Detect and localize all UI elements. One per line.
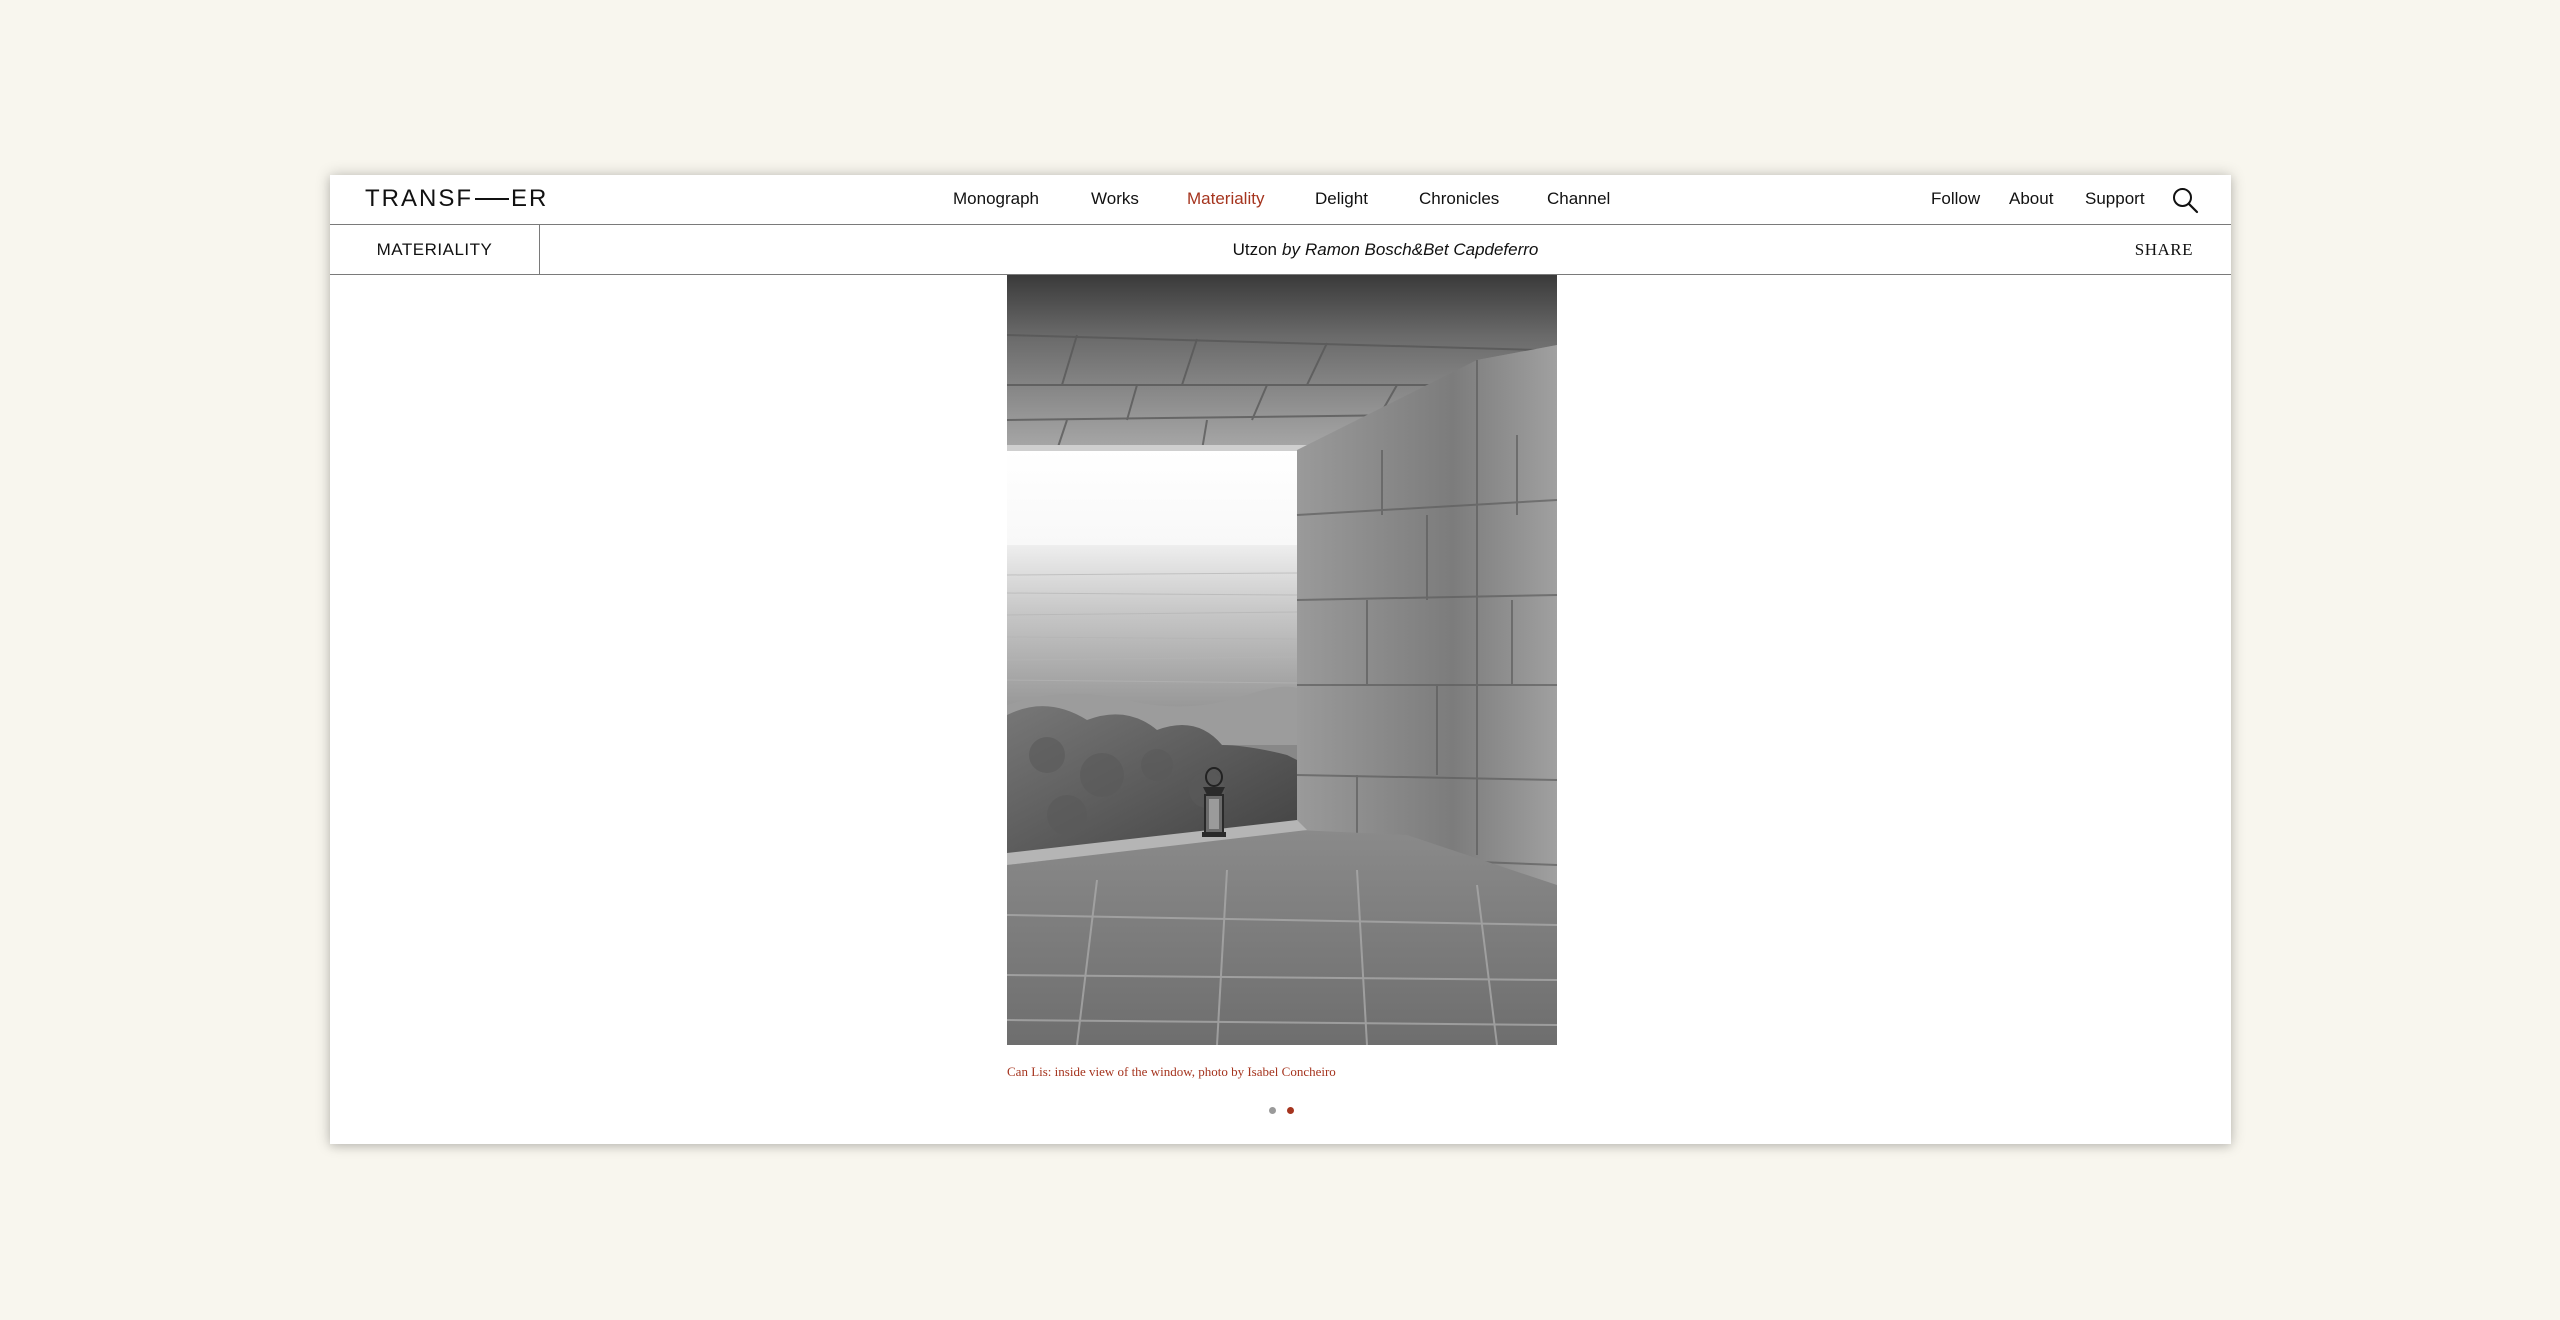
logo-dash (475, 198, 509, 200)
nav-follow[interactable]: Follow (1931, 189, 1980, 209)
nav-chronicles[interactable]: Chronicles (1419, 189, 1499, 209)
nav-monograph[interactable]: Monograph (953, 189, 1039, 209)
article-title: Utzon by Ramon Bosch&Bet Capdeferro (540, 225, 2231, 274)
article-subheader: MATERIALITY Utzon by Ramon Bosch&Bet Cap… (330, 225, 2231, 275)
slide-indicator (1269, 1107, 1294, 1114)
nav-channel[interactable]: Channel (1547, 189, 1610, 209)
nav-materiality[interactable]: Materiality (1187, 189, 1264, 209)
photo-caption: Can Lis: inside view of the window, phot… (1007, 1064, 1336, 1079)
article-title-text: Utzon (1232, 239, 1278, 259)
search-icon[interactable] (2171, 186, 2199, 214)
article-authors: Ramon Bosch&Bet Capdeferro (1304, 239, 1539, 259)
slide-dot-2[interactable] (1287, 1107, 1294, 1114)
nav-support[interactable]: Support (2085, 189, 2145, 209)
nav-about[interactable]: About (2009, 189, 2053, 209)
share-button[interactable]: SHARE (2135, 225, 2193, 274)
gallery-photo[interactable] (1007, 275, 1557, 1045)
article-by: by (1282, 239, 1300, 259)
nav-delight[interactable]: Delight (1315, 189, 1368, 209)
logo-text-left: TRANSF (365, 185, 473, 212)
main-nav: Monograph Works Materiality Delight Chro… (330, 175, 2231, 224)
site-logo[interactable]: TRANSF ER (365, 185, 548, 213)
logo-text-right: ER (511, 185, 549, 212)
photo-window-view (1007, 275, 1557, 1045)
section-label[interactable]: MATERIALITY (330, 225, 540, 274)
top-navigation: TRANSF ER Monograph Works Materiality Del… (330, 175, 2231, 225)
slide-dot-1[interactable] (1269, 1107, 1276, 1114)
nav-works[interactable]: Works (1091, 189, 1139, 209)
browser-frame: TRANSF ER Monograph Works Materiality Del… (330, 175, 2231, 1144)
